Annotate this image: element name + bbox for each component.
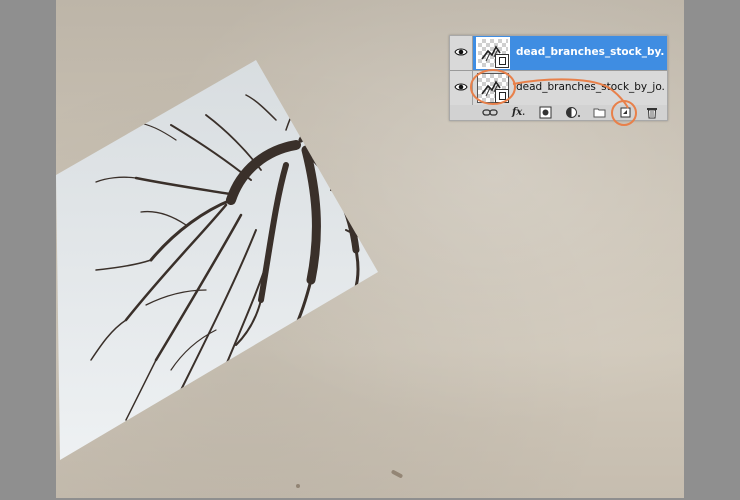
folder-icon (593, 108, 606, 118)
fx-label: fx (512, 107, 523, 118)
add-mask-button[interactable] (539, 106, 552, 119)
layers-toolbar: fx. (450, 105, 667, 120)
layers-panel: dead_branches_stock_by... dead_branches_… (449, 35, 668, 121)
adjustment-layer-button[interactable] (565, 106, 581, 119)
layer-thumbnail (476, 37, 510, 69)
visibility-toggle[interactable] (450, 71, 473, 105)
workspace: dead_branches_stock_by... dead_branches_… (0, 0, 740, 500)
eye-icon (454, 48, 468, 56)
layer-row-selected[interactable]: dead_branches_stock_by... (450, 36, 667, 71)
link-icon (482, 109, 498, 116)
fx-button[interactable]: fx. (512, 106, 525, 119)
new-layer-icon (620, 107, 631, 118)
layer-mask-icon (539, 106, 552, 119)
layer-thumbnail (477, 73, 509, 103)
visibility-toggle[interactable] (450, 36, 473, 70)
smart-object-icon (495, 89, 509, 103)
layer-row[interactable]: dead_branches_stock_by_jo... (450, 71, 667, 106)
new-layer-button[interactable] (619, 106, 632, 119)
link-layers-button[interactable] (482, 106, 498, 119)
layer-name[interactable]: dead_branches_stock_by_jo... (516, 81, 664, 93)
new-group-button[interactable] (593, 106, 606, 119)
layer-name[interactable]: dead_branches_stock_by... (516, 46, 664, 58)
delete-layer-button[interactable] (646, 106, 658, 119)
adjustment-layer-icon (566, 107, 580, 118)
eye-icon (454, 83, 468, 91)
trash-icon (647, 108, 657, 119)
smart-object-icon (495, 54, 509, 68)
